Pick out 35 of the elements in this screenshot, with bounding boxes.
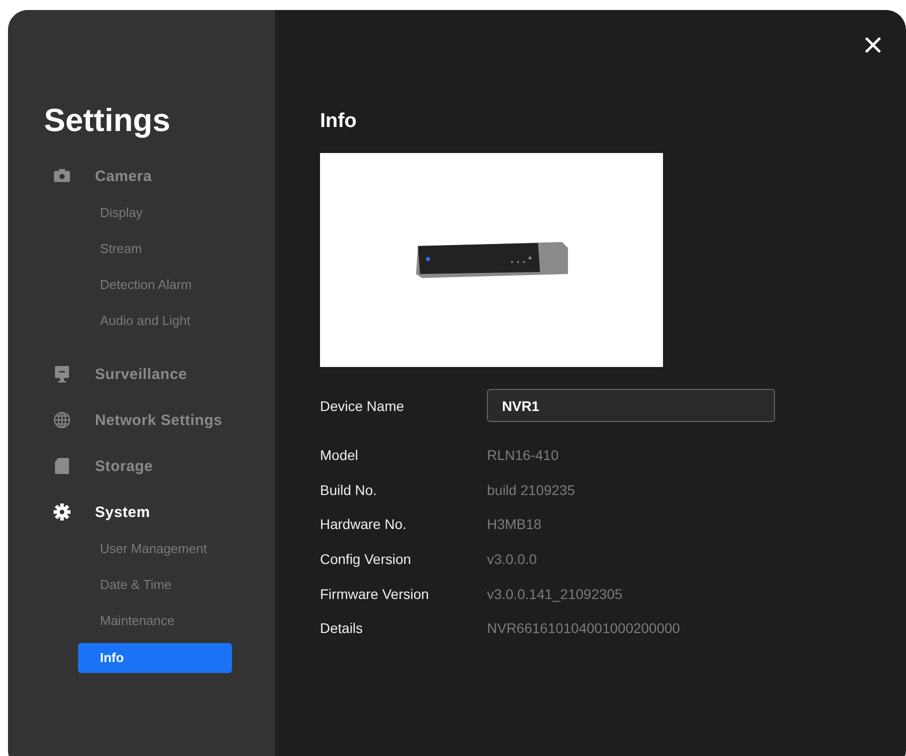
- sidebar-group[interactable]: Surveillance: [53, 363, 275, 385]
- storage-icon: [53, 457, 71, 475]
- device-name-field[interactable]: NVR1: [487, 389, 775, 422]
- sidebar-item[interactable]: Date & Time: [78, 567, 232, 603]
- sidebar-group[interactable]: System: [53, 501, 275, 523]
- settings-icon: [53, 503, 71, 521]
- field-label: Config Version: [320, 551, 412, 568]
- sidebar-item[interactable]: Info: [78, 643, 232, 673]
- field-value: H3MB18: [487, 516, 542, 532]
- sidebar-item[interactable]: Audio and Light: [78, 303, 232, 339]
- field-label: Details: [320, 620, 364, 636]
- sidebar-group[interactable]: Storage: [53, 455, 275, 477]
- field-value: build 2109235: [487, 482, 576, 498]
- monitor-icon: [53, 365, 71, 383]
- field-value: v3.0.0.0: [487, 551, 538, 568]
- sidebar-item[interactable]: Detection Alarm: [78, 267, 232, 303]
- close-icon: [864, 36, 882, 54]
- sidebar-group[interactable]: Network Settings: [53, 409, 275, 431]
- field-label: Model: [320, 447, 360, 464]
- field-label: Build No.: [320, 482, 378, 498]
- sidebar-item[interactable]: User Management: [78, 531, 232, 567]
- field-label: Hardware No.: [320, 516, 408, 532]
- globe-icon: [53, 411, 71, 429]
- sidebar-item[interactable]: Maintenance: [78, 603, 232, 639]
- page-title: Info: [320, 110, 358, 133]
- field-value: NVR661610104001000200000: [487, 620, 682, 636]
- field-value: RLN16-410: [487, 447, 560, 464]
- sidebar-item[interactable]: Stream: [78, 231, 232, 267]
- sidebar-title: Settings: [44, 102, 172, 139]
- field-label: Firmware Version: [320, 586, 430, 602]
- camera-icon: [53, 167, 71, 185]
- sidebar-item[interactable]: Display: [78, 195, 232, 231]
- sidebar-group[interactable]: Camera: [53, 165, 275, 187]
- field-label: Device Name: [320, 398, 406, 414]
- field-value: v3.0.0.141_21092305: [487, 586, 624, 602]
